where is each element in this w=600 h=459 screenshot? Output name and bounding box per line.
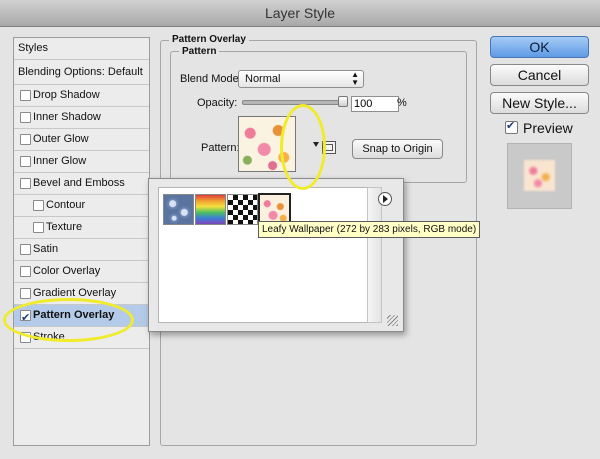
blend-mode-select[interactable]: Normal ▲ ▼: [238, 70, 364, 88]
opacity-label: Opacity:: [197, 97, 238, 109]
blend-mode-label: Blend Mode:: [180, 73, 242, 85]
pattern-subgroup-title: Pattern: [179, 46, 220, 57]
style-item-color-overlay[interactable]: Color Overlay: [14, 261, 149, 283]
pattern-picker-scrollbar[interactable]: [367, 187, 382, 323]
highlight-circle-pattern-arrow: [280, 104, 326, 190]
highlight-circle-pattern-overlay: [3, 298, 134, 342]
bubbles-pattern-icon[interactable]: [163, 194, 194, 225]
rainbow-pattern-icon[interactable]: [195, 194, 226, 225]
style-item-drop-shadow[interactable]: Drop Shadow: [14, 85, 149, 107]
style-item-checkbox[interactable]: [20, 288, 31, 299]
style-item-checkbox[interactable]: [33, 222, 44, 233]
opacity-slider-track[interactable]: [242, 100, 348, 105]
style-item-satin[interactable]: Satin: [14, 239, 149, 261]
pattern-picker-grid: [158, 187, 368, 323]
snap-to-origin-button[interactable]: Snap to Origin: [352, 139, 443, 159]
style-item-label: Contour: [46, 199, 86, 211]
pattern-tooltip: Leafy Wallpaper (272 by 283 pixels, RGB …: [258, 221, 481, 238]
opacity-slider-thumb[interactable]: [338, 96, 348, 107]
style-item-inner-shadow[interactable]: Inner Shadow: [14, 107, 149, 129]
new-style-button[interactable]: New Style...: [490, 92, 589, 114]
blending-options-label: Blending Options: Default: [18, 66, 143, 78]
pattern-overlay-title: Pattern Overlay: [169, 34, 249, 45]
style-item-label: Drop Shadow: [33, 89, 100, 101]
style-item-checkbox[interactable]: [20, 244, 31, 255]
styles-header[interactable]: Styles: [14, 38, 149, 60]
style-item-bevel-and-emboss[interactable]: Bevel and Emboss: [14, 173, 149, 195]
style-item-contour[interactable]: Contour: [14, 195, 149, 217]
style-item-label: Bevel and Emboss: [33, 177, 125, 189]
cancel-button[interactable]: Cancel: [490, 64, 589, 86]
style-item-checkbox[interactable]: [20, 90, 31, 101]
style-item-checkbox[interactable]: [20, 266, 31, 277]
style-item-label: Satin: [33, 243, 59, 255]
style-item-checkbox[interactable]: [20, 156, 31, 167]
style-item-label: Outer Glow: [33, 133, 89, 145]
style-item-checkbox[interactable]: [33, 200, 44, 211]
style-item-checkbox[interactable]: [20, 178, 31, 189]
opacity-input[interactable]: [351, 96, 399, 112]
style-item-texture[interactable]: Texture: [14, 217, 149, 239]
style-item-label: Inner Glow: [33, 155, 87, 167]
style-item-checkbox[interactable]: [20, 112, 31, 123]
styles-header-label: Styles: [18, 42, 48, 54]
checkerboard-pattern-icon[interactable]: [227, 194, 258, 225]
style-item-label: Inner Shadow: [33, 111, 101, 123]
preview-label: Preview: [523, 120, 573, 136]
blending-options-item[interactable]: Blending Options: Default: [14, 60, 149, 85]
picker-menu-icon[interactable]: [378, 192, 392, 206]
style-item-inner-glow[interactable]: Inner Glow: [14, 151, 149, 173]
style-item-outer-glow[interactable]: Outer Glow: [14, 129, 149, 151]
pattern-label: Pattern:: [201, 142, 240, 154]
select-arrows-icon: ▲ ▼: [351, 70, 359, 87]
style-item-label: Texture: [46, 221, 83, 233]
preview-checkbox[interactable]: [505, 119, 518, 134]
styles-list: Styles Blending Options: Default Drop Sh…: [13, 37, 150, 446]
pattern-picker-popup: [148, 178, 404, 332]
style-item-label: Color Overlay: [33, 265, 101, 277]
preview-thumbnail: [524, 160, 555, 191]
resize-grip-icon[interactable]: [387, 315, 398, 326]
ok-button[interactable]: OK: [490, 36, 589, 58]
style-item-checkbox[interactable]: [20, 134, 31, 145]
style-preview: [507, 143, 572, 209]
blend-mode-value: Normal: [245, 73, 281, 85]
window-title: Layer Style: [0, 0, 600, 27]
opacity-unit: %: [397, 97, 407, 109]
